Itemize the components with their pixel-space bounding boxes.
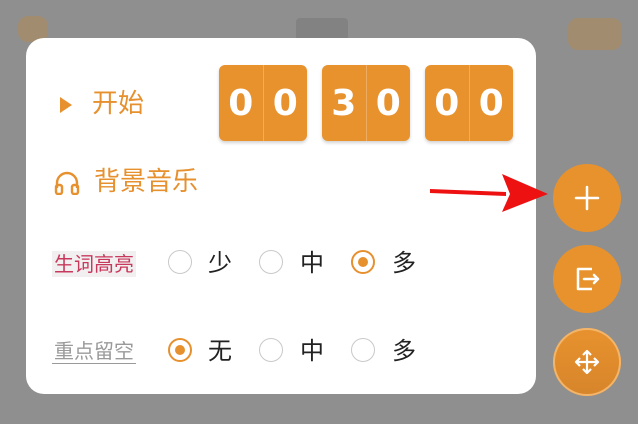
music-label: 背景音乐 [94, 167, 199, 197]
move-icon [574, 349, 600, 375]
radio-text: 中 [300, 337, 324, 365]
exit-button[interactable] [553, 245, 621, 313]
plus-icon [574, 185, 600, 211]
headphones-icon [54, 171, 80, 199]
radio-blank-none[interactable] [168, 338, 192, 362]
timer-seconds[interactable]: 0 0 [425, 65, 513, 141]
timer-digit: 0 [262, 65, 308, 141]
red-arrow-annotation [430, 174, 548, 212]
background-button-right [568, 18, 622, 50]
radio-highlight-many[interactable] [351, 250, 375, 274]
timer-digit: 3 [331, 82, 357, 124]
exit-icon [576, 267, 600, 291]
option-row-highlight: 生词高亮 少 中 多 [26, 243, 536, 283]
settings-panel: 开始 0 0 3 0 0 0 背景音乐 生词高亮 少 中 多 重点留空 无 中 … [26, 38, 536, 394]
radio-blank-medium[interactable] [259, 338, 283, 362]
add-button[interactable] [553, 164, 621, 232]
start-label[interactable]: 开始 [92, 87, 144, 121]
radio-highlight-medium[interactable] [259, 250, 283, 274]
timer-digit: 0 [365, 65, 411, 141]
timer-hours[interactable]: 0 0 [219, 65, 307, 141]
play-icon[interactable] [59, 96, 73, 118]
option-row-blank: 重点留空 无 中 多 [26, 331, 536, 371]
option-label-blank[interactable]: 重点留空 [52, 339, 136, 364]
timer-digit: 0 [434, 82, 460, 124]
radio-highlight-few[interactable] [168, 250, 192, 274]
timer-digit: 0 [468, 65, 514, 141]
timer-digit: 0 [228, 82, 254, 124]
radio-text: 中 [300, 249, 324, 277]
radio-text: 无 [208, 337, 232, 365]
radio-text: 多 [392, 337, 416, 365]
timer-minutes[interactable]: 3 0 [322, 65, 410, 141]
move-button[interactable] [553, 328, 621, 396]
radio-text: 少 [208, 249, 232, 277]
option-label-highlight: 生词高亮 [52, 251, 136, 277]
radio-text: 多 [392, 249, 416, 277]
timer-display: 0 0 3 0 0 0 [219, 65, 513, 141]
radio-blank-many[interactable] [351, 338, 375, 362]
